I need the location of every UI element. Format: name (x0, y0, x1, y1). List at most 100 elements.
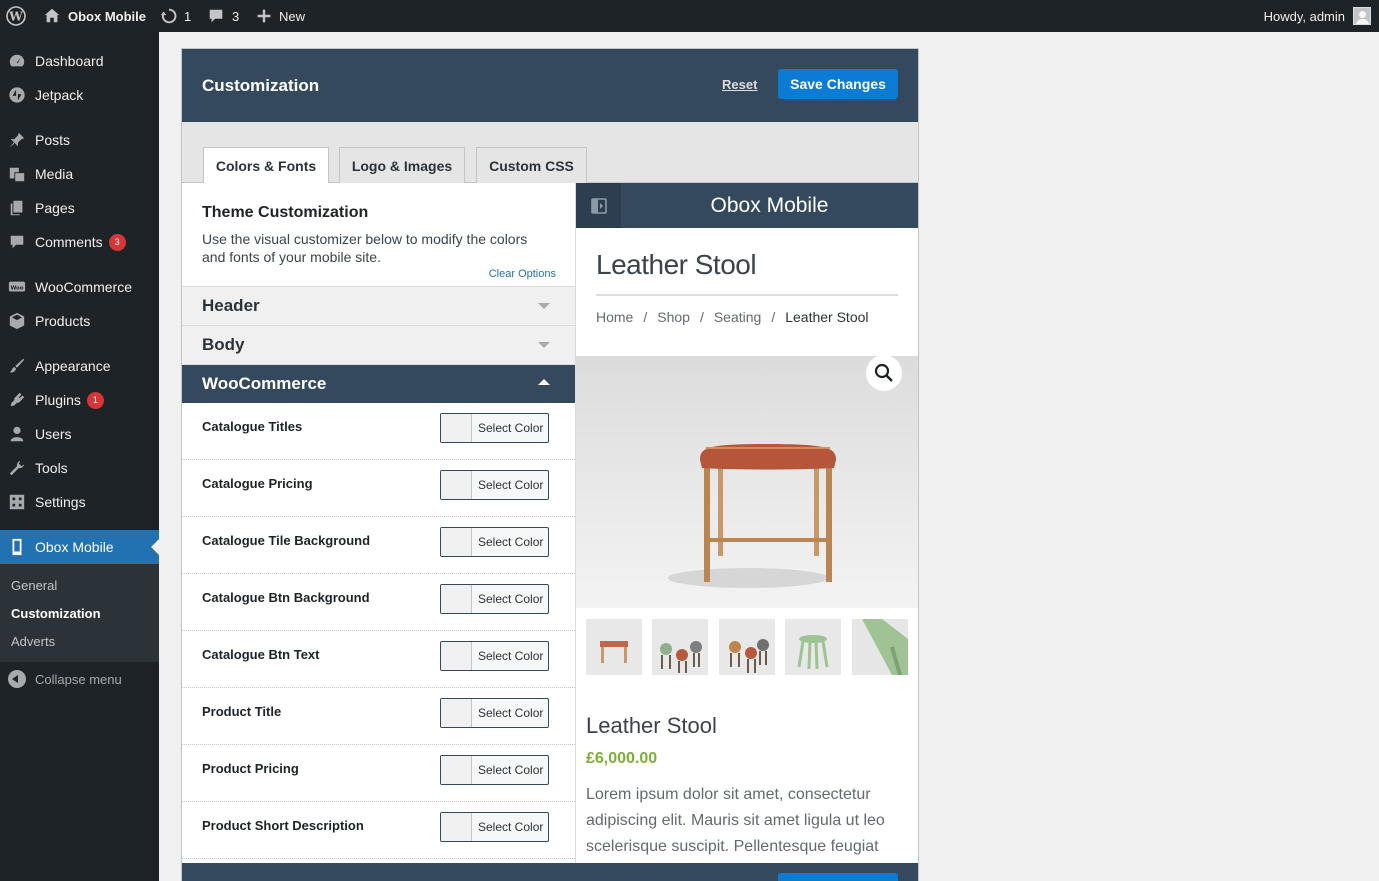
footer-save-button[interactable] (778, 873, 898, 881)
comments-link[interactable]: 3 (207, 0, 239, 32)
product-image[interactable] (576, 356, 918, 608)
color-swatch (441, 414, 472, 442)
select-color-button[interactable]: Select Color (440, 527, 549, 557)
select-color-label: Select Color (478, 649, 544, 663)
admin-sidebar: Dashboard Jetpack Posts Media Pages Comm… (0, 32, 159, 881)
sidebar-item-label: Jetpack (35, 87, 84, 103)
select-color-button[interactable]: Select Color (440, 812, 549, 842)
color-swatch (441, 642, 472, 670)
color-row-label: Product Pricing (202, 761, 299, 776)
sidebar-item-label: Appearance (35, 358, 111, 374)
sidebar-item-plugins[interactable]: Plugins 1 (0, 383, 159, 417)
caret-down-icon (538, 303, 550, 309)
customization-panel: Customization Reset Save Changes Colors … (181, 48, 919, 881)
plugins-badge: 1 (86, 391, 104, 409)
collapse-icon (8, 670, 26, 688)
thumbnail-2[interactable] (652, 619, 708, 675)
tab-logo-images[interactable]: Logo & Images (339, 147, 465, 183)
options-column: Theme Customization Use the visual custo… (182, 183, 576, 881)
color-swatch (441, 813, 472, 841)
sidebar-item-pages[interactable]: Pages (0, 191, 159, 225)
preview-header: Obox Mobile (576, 183, 918, 228)
select-color-button[interactable]: Select Color (440, 641, 549, 671)
color-swatch (441, 528, 472, 556)
comment-icon (209, 9, 223, 23)
sidebar-item-settings[interactable]: Settings (0, 485, 159, 519)
menu-toggle-icon[interactable] (576, 183, 621, 228)
product-title: Leather Stool (586, 713, 717, 738)
breadcrumb-seating[interactable]: Seating (714, 309, 761, 325)
section-body[interactable]: Body (182, 325, 575, 364)
sidebar-item-jetpack[interactable]: Jetpack (0, 78, 159, 112)
obox-submenu: General Customization Adverts (0, 564, 159, 662)
sidebar-item-comments[interactable]: Comments 3 (0, 225, 159, 259)
select-color-button[interactable]: Select Color (440, 470, 549, 500)
thumbnail-3[interactable] (719, 619, 775, 675)
greeting-text: Howdy, admin (1263, 8, 1345, 24)
sidebar-item-label: Settings (35, 494, 86, 510)
sidebar-item-media[interactable]: Media (0, 157, 159, 191)
breadcrumb: Home / Shop / Seating / Leather Stool (596, 309, 869, 325)
caret-down-icon (538, 342, 550, 348)
zoom-icon[interactable] (866, 355, 902, 391)
section-label: Header (202, 296, 260, 315)
sidebar-item-obox-mobile[interactable]: Obox Mobile (0, 530, 159, 564)
sidebar-item-appearance[interactable]: Appearance (0, 349, 159, 383)
sidebar-item-woocommerce[interactable]: Woo WooCommerce (0, 270, 159, 304)
thumbnail-4[interactable] (785, 619, 841, 675)
site-name-link[interactable]: Obox Mobile (43, 0, 146, 32)
submenu-item-general[interactable]: General (11, 578, 57, 593)
sidebar-item-users[interactable]: Users (0, 417, 159, 451)
brush-icon (7, 356, 27, 376)
reset-link[interactable]: Reset (722, 77, 757, 92)
color-row-catalogue-pricing: Catalogue Pricing Select Color (182, 460, 575, 517)
new-content-link[interactable]: New (256, 0, 305, 32)
select-color-button[interactable]: Select Color (440, 755, 549, 785)
svg-text:Woo: Woo (10, 285, 23, 291)
media-icon (7, 164, 27, 184)
color-row-catalogue-btn-background: Catalogue Btn Background Select Color (182, 574, 575, 631)
color-row-catalogue-btn-text: Catalogue Btn Text Select Color (182, 631, 575, 688)
color-swatch (441, 471, 472, 499)
tab-custom-css[interactable]: Custom CSS (476, 147, 587, 183)
collapse-menu-button[interactable]: Collapse menu (0, 664, 159, 694)
select-color-button[interactable]: Select Color (440, 413, 549, 443)
color-swatch (441, 699, 472, 727)
save-changes-button[interactable]: Save Changes (778, 69, 898, 99)
tabs-bar: Colors & Fonts Logo & Images Custom CSS (182, 122, 918, 184)
submenu-item-adverts[interactable]: Adverts (11, 634, 55, 649)
sidebar-item-posts[interactable]: Posts (0, 123, 159, 157)
color-row-label: Catalogue Pricing (202, 476, 313, 491)
select-color-label: Select Color (478, 592, 544, 606)
comment-icon (7, 232, 27, 252)
sidebar-item-dashboard[interactable]: Dashboard (0, 44, 159, 78)
theme-customization-title: Theme Customization (202, 204, 369, 221)
comments-badge: 3 (108, 233, 126, 251)
section-woocommerce[interactable]: WooCommerce (182, 364, 575, 403)
wrench-icon (7, 458, 27, 478)
updates-link[interactable]: 1 (160, 0, 191, 32)
comments-count: 3 (232, 8, 240, 24)
my-account-link[interactable]: Howdy, admin (1264, 0, 1371, 32)
select-color-button[interactable]: Select Color (440, 698, 549, 728)
sidebar-item-label: Tools (35, 460, 68, 476)
clear-options-link[interactable]: Clear Options (489, 268, 556, 280)
section-header[interactable]: Header (182, 286, 575, 325)
avatar (1353, 7, 1371, 25)
breadcrumb-shop[interactable]: Shop (657, 309, 690, 325)
users-icon (7, 424, 27, 444)
select-color-button[interactable]: Select Color (440, 584, 549, 614)
color-swatch (441, 756, 472, 784)
breadcrumb-home[interactable]: Home (596, 309, 633, 325)
submenu-item-customization[interactable]: Customization (11, 606, 101, 621)
plugin-icon (7, 390, 27, 410)
products-icon (7, 311, 27, 331)
sidebar-item-tools[interactable]: Tools (0, 451, 159, 485)
wordpress-logo-icon[interactable]: W (6, 0, 26, 32)
tab-colors-fonts[interactable]: Colors & Fonts (203, 147, 329, 184)
thumbnail-1[interactable] (586, 619, 642, 675)
pages-icon (7, 198, 27, 218)
select-color-label: Select Color (478, 820, 544, 834)
sidebar-item-products[interactable]: Products (0, 304, 159, 338)
thumbnail-5[interactable] (852, 619, 908, 675)
